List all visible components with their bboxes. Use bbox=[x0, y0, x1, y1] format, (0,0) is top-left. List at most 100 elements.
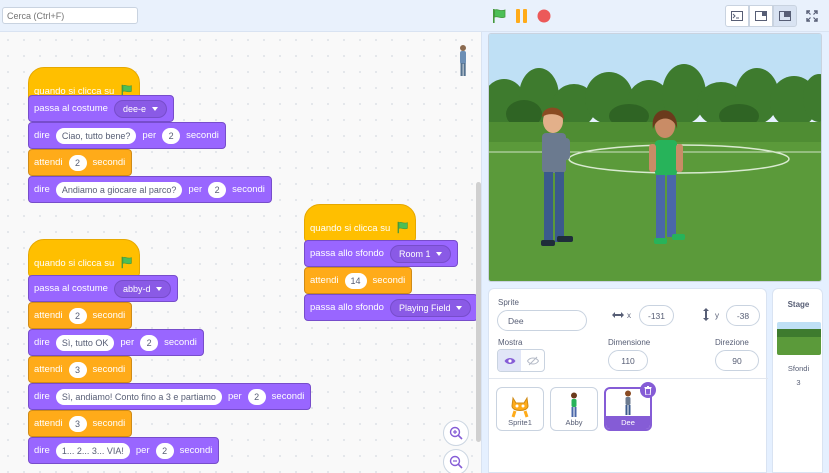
seconds-input[interactable]: 2 bbox=[155, 442, 174, 459]
costume-dropdown[interactable]: dee-e bbox=[113, 99, 167, 118]
stage-thumbnail[interactable] bbox=[777, 322, 821, 355]
sprite-preview-icon bbox=[460, 45, 466, 76]
backdrop-dropdown[interactable]: Room 1 bbox=[389, 244, 452, 263]
zoom-in-button[interactable] bbox=[443, 420, 469, 446]
wait-block[interactable]: attendi 2 secondi bbox=[28, 302, 133, 329]
block-label: attendi bbox=[34, 157, 63, 168]
seconds-input[interactable]: 2 bbox=[140, 334, 159, 351]
switch-backdrop-block[interactable]: passa allo sfondo Room 1 bbox=[304, 240, 459, 267]
block-label: secondi bbox=[164, 337, 197, 348]
block-label: attendi bbox=[34, 418, 63, 429]
message-input[interactable]: 1... 2... 3... VIA! bbox=[55, 442, 130, 459]
stage-panel-title: Stage bbox=[787, 300, 810, 309]
caret-down-icon bbox=[156, 286, 163, 291]
say-for-secs-block[interactable]: dire 1... 2... 3... VIA! per 2 secondi bbox=[28, 437, 220, 464]
seconds-input[interactable]: 3 bbox=[68, 415, 87, 432]
message-input[interactable]: Sì, andiamo! Conto fino a 3 e partiamo bbox=[55, 388, 222, 405]
x-input[interactable]: -131 bbox=[639, 305, 674, 326]
switch-costume-block[interactable]: passa al costume dee-e bbox=[28, 95, 174, 122]
top-bar bbox=[0, 0, 829, 32]
hide-button[interactable] bbox=[521, 350, 544, 371]
sprite-name-input[interactable]: Dee bbox=[497, 310, 587, 331]
sprite-thumb-sprite1[interactable]: Sprite1 bbox=[496, 387, 544, 431]
show-toggle bbox=[497, 349, 545, 372]
sprite-info: Sprite Dee x -131 y -38 Mostra Dimension… bbox=[489, 289, 768, 379]
block-label: per bbox=[227, 391, 242, 402]
seconds-input[interactable]: 2 bbox=[68, 307, 87, 324]
seconds-input[interactable]: 2 bbox=[162, 127, 181, 144]
sprite-name: Abby bbox=[565, 418, 583, 427]
backdrops-label: Sfondi bbox=[787, 364, 810, 373]
dropdown-value: Room 1 bbox=[398, 248, 431, 259]
backdrop-dropdown[interactable]: Playing Field bbox=[389, 298, 472, 317]
seconds-input[interactable]: 2 bbox=[68, 154, 87, 171]
when-flag-clicked-hat[interactable]: quando si clicca su bbox=[28, 239, 141, 277]
block-label: per bbox=[142, 130, 157, 141]
code-area[interactable]: quando si clicca su passa al costume dee… bbox=[0, 32, 482, 473]
normal-stage-button[interactable] bbox=[749, 5, 773, 27]
block-label: attendi bbox=[34, 310, 63, 321]
stage-canvas[interactable] bbox=[488, 33, 822, 282]
cat-sprite-icon bbox=[511, 396, 529, 418]
dee-sprite-icon bbox=[625, 390, 631, 415]
seconds-input[interactable]: 2 bbox=[208, 181, 227, 198]
say-for-secs-block[interactable]: dire Andiamo a giocare al parco? per 2 s… bbox=[28, 176, 272, 203]
fullscreen-button[interactable] bbox=[800, 5, 824, 27]
block-label: dire bbox=[34, 337, 50, 348]
say-for-secs-block[interactable]: dire Sì, andiamo! Conto fino a 3 e parti… bbox=[28, 383, 312, 410]
block-label: per bbox=[135, 445, 150, 456]
costume-dropdown[interactable]: abby-d bbox=[113, 279, 172, 298]
abby-sprite-icon bbox=[571, 392, 577, 417]
seconds-input[interactable]: 2 bbox=[247, 388, 266, 405]
seconds-input[interactable]: 3 bbox=[68, 361, 87, 378]
block-label: passa al costume bbox=[34, 283, 108, 294]
switch-backdrop-block[interactable]: passa allo sfondo Playing Field bbox=[304, 294, 479, 321]
show-button[interactable] bbox=[498, 350, 521, 371]
x-position-icon bbox=[612, 312, 624, 318]
search-input[interactable] bbox=[2, 7, 138, 24]
eye-icon bbox=[504, 357, 515, 364]
seconds-input[interactable]: 14 bbox=[344, 272, 367, 289]
trash-icon bbox=[644, 385, 652, 395]
green-flag-button[interactable] bbox=[491, 8, 507, 24]
size-input[interactable]: 110 bbox=[608, 350, 648, 371]
caret-down-icon bbox=[456, 305, 463, 310]
zoom-in-icon bbox=[449, 426, 463, 440]
direction-input[interactable]: 90 bbox=[715, 350, 759, 371]
zoom-out-button[interactable] bbox=[443, 449, 469, 473]
say-for-secs-block[interactable]: dire Ciao, tutto bene? per 2 secondi bbox=[28, 122, 226, 149]
say-for-secs-block[interactable]: dire Sì, tutto OK per 2 secondi bbox=[28, 329, 204, 356]
wait-block[interactable]: attendi 14 secondi bbox=[304, 267, 413, 294]
small-stage-button[interactable] bbox=[725, 5, 749, 27]
y-input[interactable]: -38 bbox=[726, 305, 760, 326]
wait-block[interactable]: attendi 3 secondi bbox=[28, 410, 133, 437]
caret-down-icon bbox=[151, 106, 158, 111]
y-label: y bbox=[715, 311, 719, 320]
switch-costume-block[interactable]: passa al costume abby-d bbox=[28, 275, 179, 302]
wait-block[interactable]: attendi 3 secondi bbox=[28, 356, 133, 383]
pause-button[interactable] bbox=[515, 8, 529, 24]
block-label: secondi bbox=[232, 184, 265, 195]
message-input[interactable]: Sì, tutto OK bbox=[55, 334, 115, 351]
when-flag-clicked-hat[interactable]: quando si clicca su bbox=[304, 204, 417, 242]
stage-panel[interactable]: Stage Sfondi 3 bbox=[772, 288, 823, 473]
message-input[interactable]: Ciao, tutto bene? bbox=[55, 127, 137, 144]
sprite-name: Dee bbox=[606, 416, 650, 429]
block-label: secondi bbox=[271, 391, 305, 402]
y-position-icon bbox=[703, 308, 709, 321]
zoom-out-icon bbox=[449, 455, 463, 469]
stop-button[interactable] bbox=[537, 9, 551, 23]
block-label: secondi bbox=[92, 418, 126, 429]
delete-sprite-button[interactable] bbox=[640, 382, 656, 398]
block-label: secondi bbox=[92, 157, 126, 168]
block-label: passa al costume bbox=[34, 103, 108, 114]
message-input[interactable]: Andiamo a giocare al parco? bbox=[55, 181, 183, 198]
block-label: secondi bbox=[92, 364, 126, 375]
large-stage-button[interactable] bbox=[773, 5, 797, 27]
sprite-panel: Sprite Dee x -131 y -38 Mostra Dimension… bbox=[488, 288, 768, 473]
sprite-thumb-abby[interactable]: Abby bbox=[550, 387, 598, 431]
hat-label: quando si clicca su bbox=[310, 223, 391, 234]
code-scrollbar[interactable] bbox=[476, 182, 481, 442]
wait-block[interactable]: attendi 2 secondi bbox=[28, 149, 133, 176]
block-label: dire bbox=[34, 445, 50, 456]
